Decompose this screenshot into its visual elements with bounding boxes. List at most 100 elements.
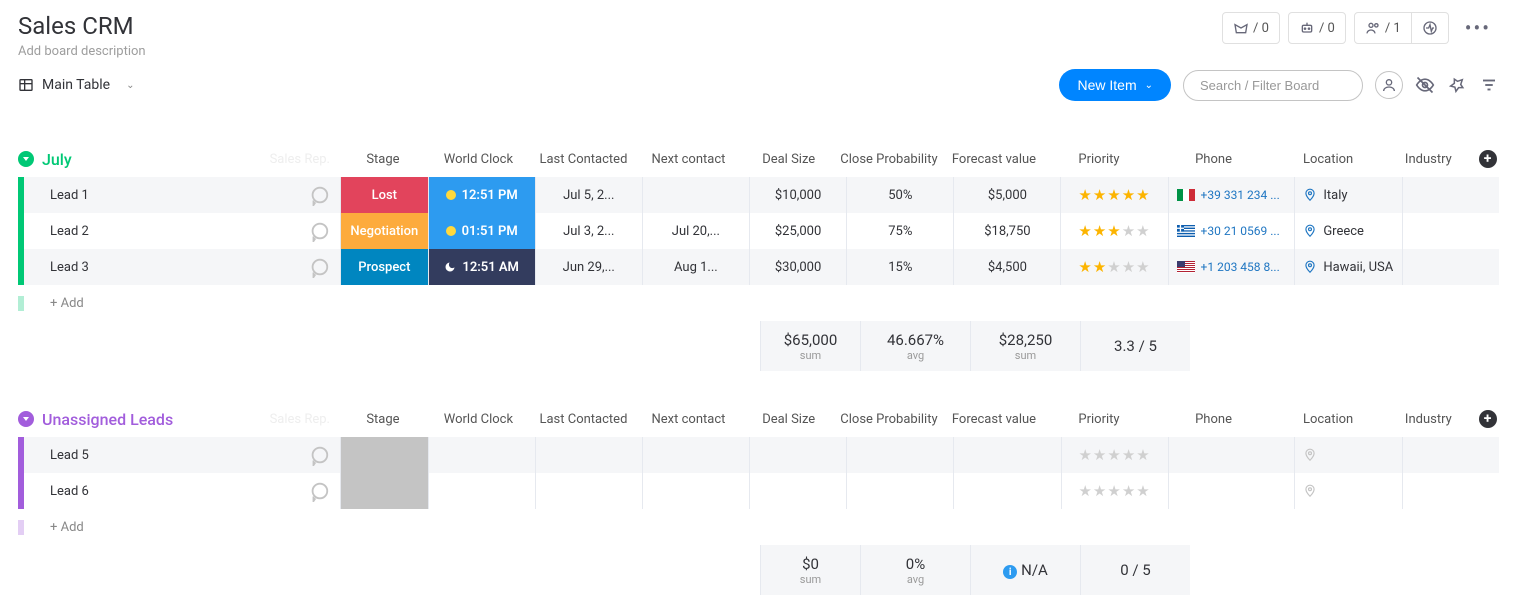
industry-cell[interactable] [1402,437,1499,473]
column-header-industry[interactable]: Industry [1381,141,1476,177]
last-contacted-cell[interactable]: Jul 5, 2... [535,177,642,213]
forecast-cell[interactable] [953,473,1060,509]
group-name[interactable]: Unassigned Leads [42,410,173,429]
clock-cell[interactable]: 12:51 PM [428,177,535,213]
stage-cell[interactable]: Negotiation [340,213,428,249]
column-header-close-probability[interactable]: Close Probability [836,141,941,177]
column-header-industry[interactable]: Industry [1381,401,1476,437]
members-pill[interactable]: / 1 [1354,12,1412,44]
deal-size-cell[interactable] [749,473,846,509]
column-header-last-contacted[interactable]: Last Contacted [531,401,636,437]
close-prob-cell[interactable]: 75% [846,213,953,249]
phone-cell[interactable] [1168,437,1295,473]
industry-cell[interactable] [1402,473,1499,509]
chat-icon[interactable] [308,256,330,278]
phone-cell[interactable] [1168,473,1295,509]
location-cell[interactable] [1294,473,1401,509]
priority-cell[interactable]: ★★★★★ [1060,213,1167,249]
priority-cell[interactable]: ★★★★★ [1060,177,1167,213]
location-cell[interactable] [1294,437,1401,473]
column-header-phone[interactable]: Phone [1151,401,1275,437]
forecast-cell[interactable]: $4,500 [953,249,1060,285]
clock-cell[interactable]: 12:51 AM [428,249,535,285]
column-header-next-contact[interactable]: Next contact [636,141,741,177]
integration-automation-pill[interactable]: / 0 [1288,12,1346,44]
collapse-icon[interactable] [18,411,34,427]
forecast-cell[interactable]: $18,750 [953,213,1060,249]
column-header-salesrep[interactable]: Sales Rep. [270,152,330,167]
chat-icon[interactable] [308,220,330,242]
priority-cell[interactable]: ★★★★★ [1060,249,1167,285]
collapse-icon[interactable] [18,151,34,167]
priority-cell[interactable]: ★★★★★ [1061,437,1168,473]
lead-name[interactable]: Lead 2 [50,224,308,239]
column-header-location[interactable]: Location [1276,141,1381,177]
filter-icon[interactable] [1479,75,1499,95]
deal-size-cell[interactable]: $10,000 [749,177,846,213]
forecast-cell[interactable] [953,437,1060,473]
column-header-clock[interactable]: World Clock [426,401,531,437]
deal-size-cell[interactable]: $25,000 [749,213,846,249]
phone-cell[interactable]: +1 203 458 8... [1168,249,1295,285]
close-prob-cell[interactable] [846,437,953,473]
next-contact-cell[interactable] [642,473,749,509]
column-header-location[interactable]: Location [1276,401,1381,437]
next-contact-cell[interactable]: Jul 20,... [642,213,749,249]
phone-cell[interactable]: +30 21 0569 ... [1168,213,1295,249]
column-header-forecast[interactable]: Forecast value [941,141,1046,177]
column-header-clock[interactable]: World Clock [426,141,531,177]
industry-cell[interactable] [1402,213,1499,249]
clock-cell[interactable]: 01:51 PM [428,213,535,249]
deal-size-cell[interactable]: $30,000 [749,249,846,285]
lead-name[interactable]: Lead 3 [50,260,308,275]
close-prob-cell[interactable]: 15% [846,249,953,285]
column-header-salesrep[interactable]: Sales Rep. [270,412,330,427]
chat-icon[interactable] [308,444,330,466]
last-contacted-cell[interactable] [535,437,642,473]
column-header-priority[interactable]: Priority [1046,401,1151,437]
person-filter[interactable] [1375,71,1403,99]
column-header-deal-size[interactable]: Deal Size [741,401,836,437]
group-name[interactable]: July [42,150,72,169]
lead-name[interactable]: Lead 1 [50,188,308,203]
column-header-last-contacted[interactable]: Last Contacted [531,141,636,177]
hide-icon[interactable] [1415,75,1435,95]
column-header-stage[interactable]: Stage [340,141,426,177]
column-header-next-contact[interactable]: Next contact [636,401,741,437]
close-prob-cell[interactable]: 50% [846,177,953,213]
column-header-close-probability[interactable]: Close Probability [836,401,941,437]
chat-icon[interactable] [308,480,330,502]
column-header-forecast[interactable]: Forecast value [941,401,1046,437]
close-prob-cell[interactable] [846,473,953,509]
activity-pill[interactable] [1412,12,1449,44]
column-header-priority[interactable]: Priority [1046,141,1151,177]
next-contact-cell[interactable] [642,177,749,213]
add-item-button[interactable]: + Add [50,296,84,311]
priority-cell[interactable]: ★★★★★ [1061,473,1168,509]
stage-cell[interactable]: Prospect [340,249,428,285]
deal-size-cell[interactable] [749,437,846,473]
phone-cell[interactable]: +39 331 234 ... [1168,177,1295,213]
last-contacted-cell[interactable]: Jun 29,... [535,249,642,285]
clock-cell[interactable] [428,473,535,509]
lead-name[interactable]: Lead 5 [50,448,308,463]
location-cell[interactable]: Hawaii, USA [1294,249,1401,285]
search-input[interactable] [1183,70,1363,101]
chat-icon[interactable] [308,184,330,206]
lead-name[interactable]: Lead 6 [50,484,308,499]
more-menu[interactable]: ••• [1457,12,1499,44]
column-header-phone[interactable]: Phone [1151,141,1275,177]
industry-cell[interactable] [1402,249,1499,285]
pin-icon[interactable] [1447,75,1467,95]
add-item-button[interactable]: + Add [50,520,84,535]
column-header-deal-size[interactable]: Deal Size [741,141,836,177]
last-contacted-cell[interactable] [535,473,642,509]
board-description[interactable]: Add board description [18,44,146,59]
column-header-stage[interactable]: Stage [340,401,426,437]
location-cell[interactable]: Greece [1294,213,1401,249]
location-cell[interactable]: Italy [1294,177,1401,213]
clock-cell[interactable] [428,437,535,473]
stage-cell[interactable] [340,437,428,473]
add-column-button[interactable]: + [1476,401,1499,437]
forecast-cell[interactable]: $5,000 [953,177,1060,213]
